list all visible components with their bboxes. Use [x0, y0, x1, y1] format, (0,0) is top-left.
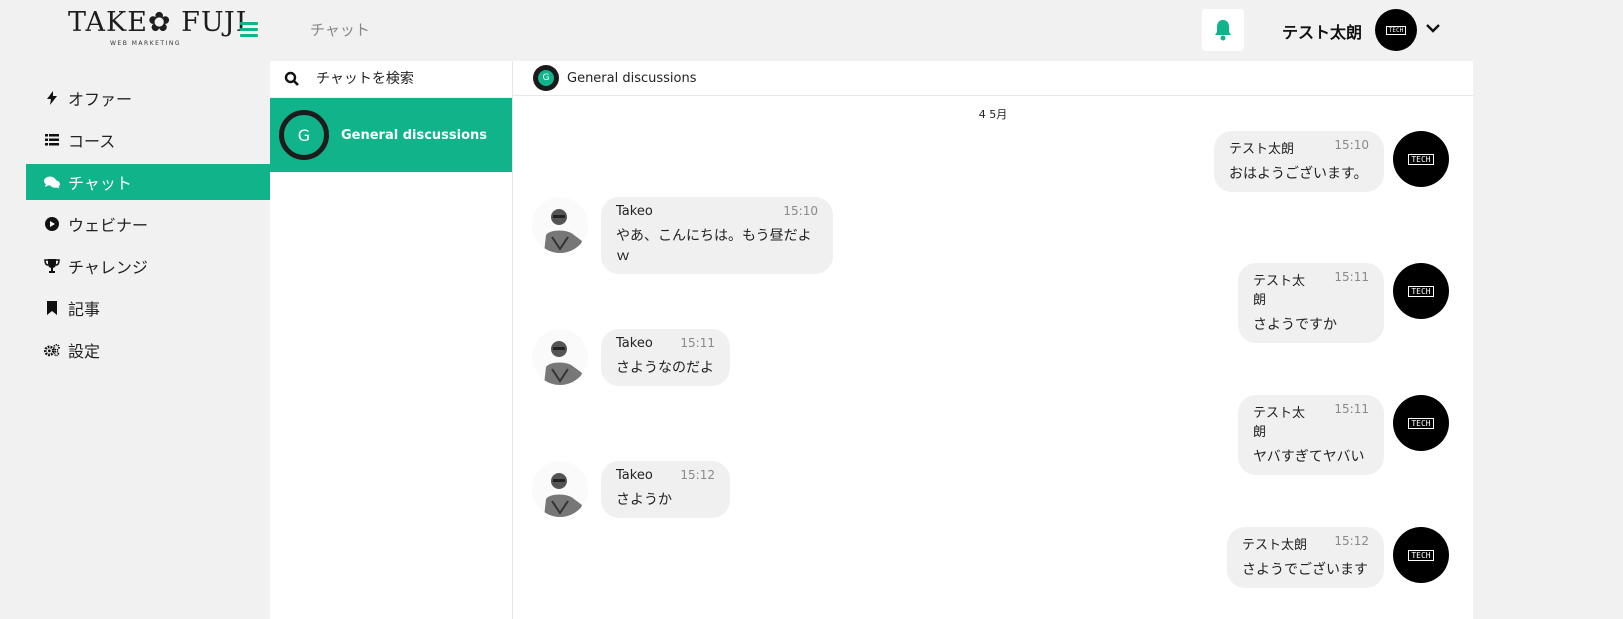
message-bubble-mine: テスト太朗 15:11 ヤバすぎてヤバい — [1238, 395, 1384, 475]
message-bubble-other: Takeo 15:11 さようなのだよ — [601, 329, 730, 386]
message-text: さようなのだよ — [616, 360, 714, 376]
message-text: やあ、こんにちは。もう昼だよｗ — [616, 228, 812, 264]
trophy-icon — [44, 258, 60, 274]
nav-item-articles[interactable]: 記事 — [26, 290, 270, 326]
user-name[interactable]: テスト太朗 — [1282, 19, 1362, 43]
nav-item-settings[interactable]: 設定 — [26, 332, 270, 368]
nav-label: 記事 — [68, 300, 101, 319]
message-sender: テスト太朗 — [1253, 406, 1306, 440]
takeo-avatar[interactable] — [532, 197, 588, 253]
message-text: さようでございます — [1242, 562, 1368, 578]
message-sender: Takeo — [616, 468, 653, 483]
nav-item-webinar[interactable]: ウェビナー — [26, 206, 270, 242]
message-bubble-other: Takeo 15:12 さようか — [601, 461, 730, 518]
person-photo-icon — [532, 329, 588, 385]
message-text: おはようございます。 — [1229, 166, 1368, 182]
nav-item-offer[interactable]: オファー — [26, 80, 270, 116]
message-time: 15:10 — [783, 204, 818, 218]
message-bubble-mine: テスト太朗 15:10 おはようございます。 — [1214, 131, 1384, 192]
room-name: General discussions — [341, 127, 488, 143]
bell-icon — [1215, 20, 1231, 41]
message-sender: テスト太朗 — [1229, 142, 1295, 157]
play-circle-icon — [44, 216, 60, 232]
nav-label: 設定 — [68, 342, 101, 361]
logo[interactable]: TAKE✿ FUJI WEB MARKETING — [68, 7, 248, 48]
menu-toggle-icon[interactable] — [240, 22, 258, 38]
room-avatar: G — [279, 110, 329, 160]
message-text: さようか — [616, 492, 672, 508]
bookmark-icon — [44, 300, 60, 316]
takeo-avatar[interactable] — [532, 461, 588, 517]
avatar-label: TECH — [1408, 153, 1434, 165]
message-time: 15:11 — [680, 336, 715, 350]
avatar-label: TECH — [1408, 417, 1434, 429]
nav-label: オファー — [68, 90, 133, 109]
nav-label: コース — [68, 132, 116, 151]
room-initial: G — [297, 125, 311, 145]
sender-avatar[interactable]: TECH — [1393, 395, 1449, 451]
message-bubble-mine: テスト太朗 15:12 さようでございます — [1227, 527, 1384, 588]
page-title: チャット — [310, 21, 370, 39]
sender-avatar[interactable]: TECH — [1393, 263, 1449, 319]
search-icon — [284, 71, 299, 86]
room-initial: G — [538, 70, 554, 86]
logo-subtitle: WEB MARKETING — [110, 40, 181, 47]
notifications-button[interactable] — [1202, 9, 1244, 51]
message-time: 15:11 — [1334, 402, 1369, 416]
conversation-title: General discussions — [567, 70, 697, 86]
message-sender: Takeo — [616, 204, 653, 219]
list-icon — [44, 132, 60, 148]
logo-text: TAKE✿ FUJI — [68, 7, 248, 38]
chevron-down-icon[interactable] — [1425, 20, 1441, 36]
nav-label: チャレンジ — [68, 258, 148, 277]
message-sender: テスト太朗 — [1242, 538, 1308, 553]
message-time: 15:12 — [680, 468, 715, 482]
message-sender: Takeo — [616, 336, 653, 351]
person-photo-icon — [532, 461, 588, 517]
avatar-label: TECH — [1385, 25, 1407, 35]
nav-item-course[interactable]: コース — [26, 122, 270, 158]
chat-search-input[interactable] — [314, 70, 498, 88]
gears-icon — [44, 342, 60, 358]
message-bubble-other: Takeo 15:10 やあ、こんにちは。もう昼だよｗ — [601, 197, 833, 274]
bolt-icon — [44, 90, 60, 106]
chat-list-panel: G General discussions — [270, 61, 513, 619]
sender-avatar[interactable]: TECH — [1393, 527, 1449, 583]
nav-item-chat[interactable]: チャット — [26, 164, 270, 200]
sidebar-nav: オファー コース チャット ウェビナー チャレンジ 記事 設定 — [26, 80, 270, 374]
message-time: 15:12 — [1334, 534, 1369, 548]
avatar-label: TECH — [1408, 285, 1434, 297]
chat-search — [270, 61, 512, 98]
message-text: ヤバすぎてヤバい — [1253, 449, 1365, 465]
nav-label: チャット — [68, 174, 132, 193]
person-photo-icon — [532, 197, 588, 253]
message-sender: テスト太朗 — [1253, 274, 1306, 308]
room-avatar-small: G — [533, 65, 559, 91]
chat-room-item[interactable]: G General discussions — [270, 98, 512, 172]
message-time: 15:10 — [1334, 138, 1369, 152]
nav-item-challenge[interactable]: チャレンジ — [26, 248, 270, 284]
sender-avatar[interactable]: TECH — [1393, 131, 1449, 187]
user-avatar[interactable]: TECH — [1375, 9, 1417, 51]
message-bubble-mine: テスト太朗 15:11 さようですか — [1238, 263, 1384, 343]
message-text: さようですか — [1253, 317, 1337, 333]
takeo-avatar[interactable] — [532, 329, 588, 385]
avatar-label: TECH — [1408, 549, 1434, 561]
conversation-header: G General discussions — [513, 61, 1473, 96]
nav-label: ウェビナー — [68, 216, 149, 235]
conversation-panel: G General discussions 4 5月 テスト太朗 15:10 おは… — [513, 61, 1473, 619]
date-separator: 4 5月 — [978, 108, 1008, 121]
comments-icon — [44, 174, 60, 190]
message-time: 15:11 — [1334, 270, 1369, 284]
